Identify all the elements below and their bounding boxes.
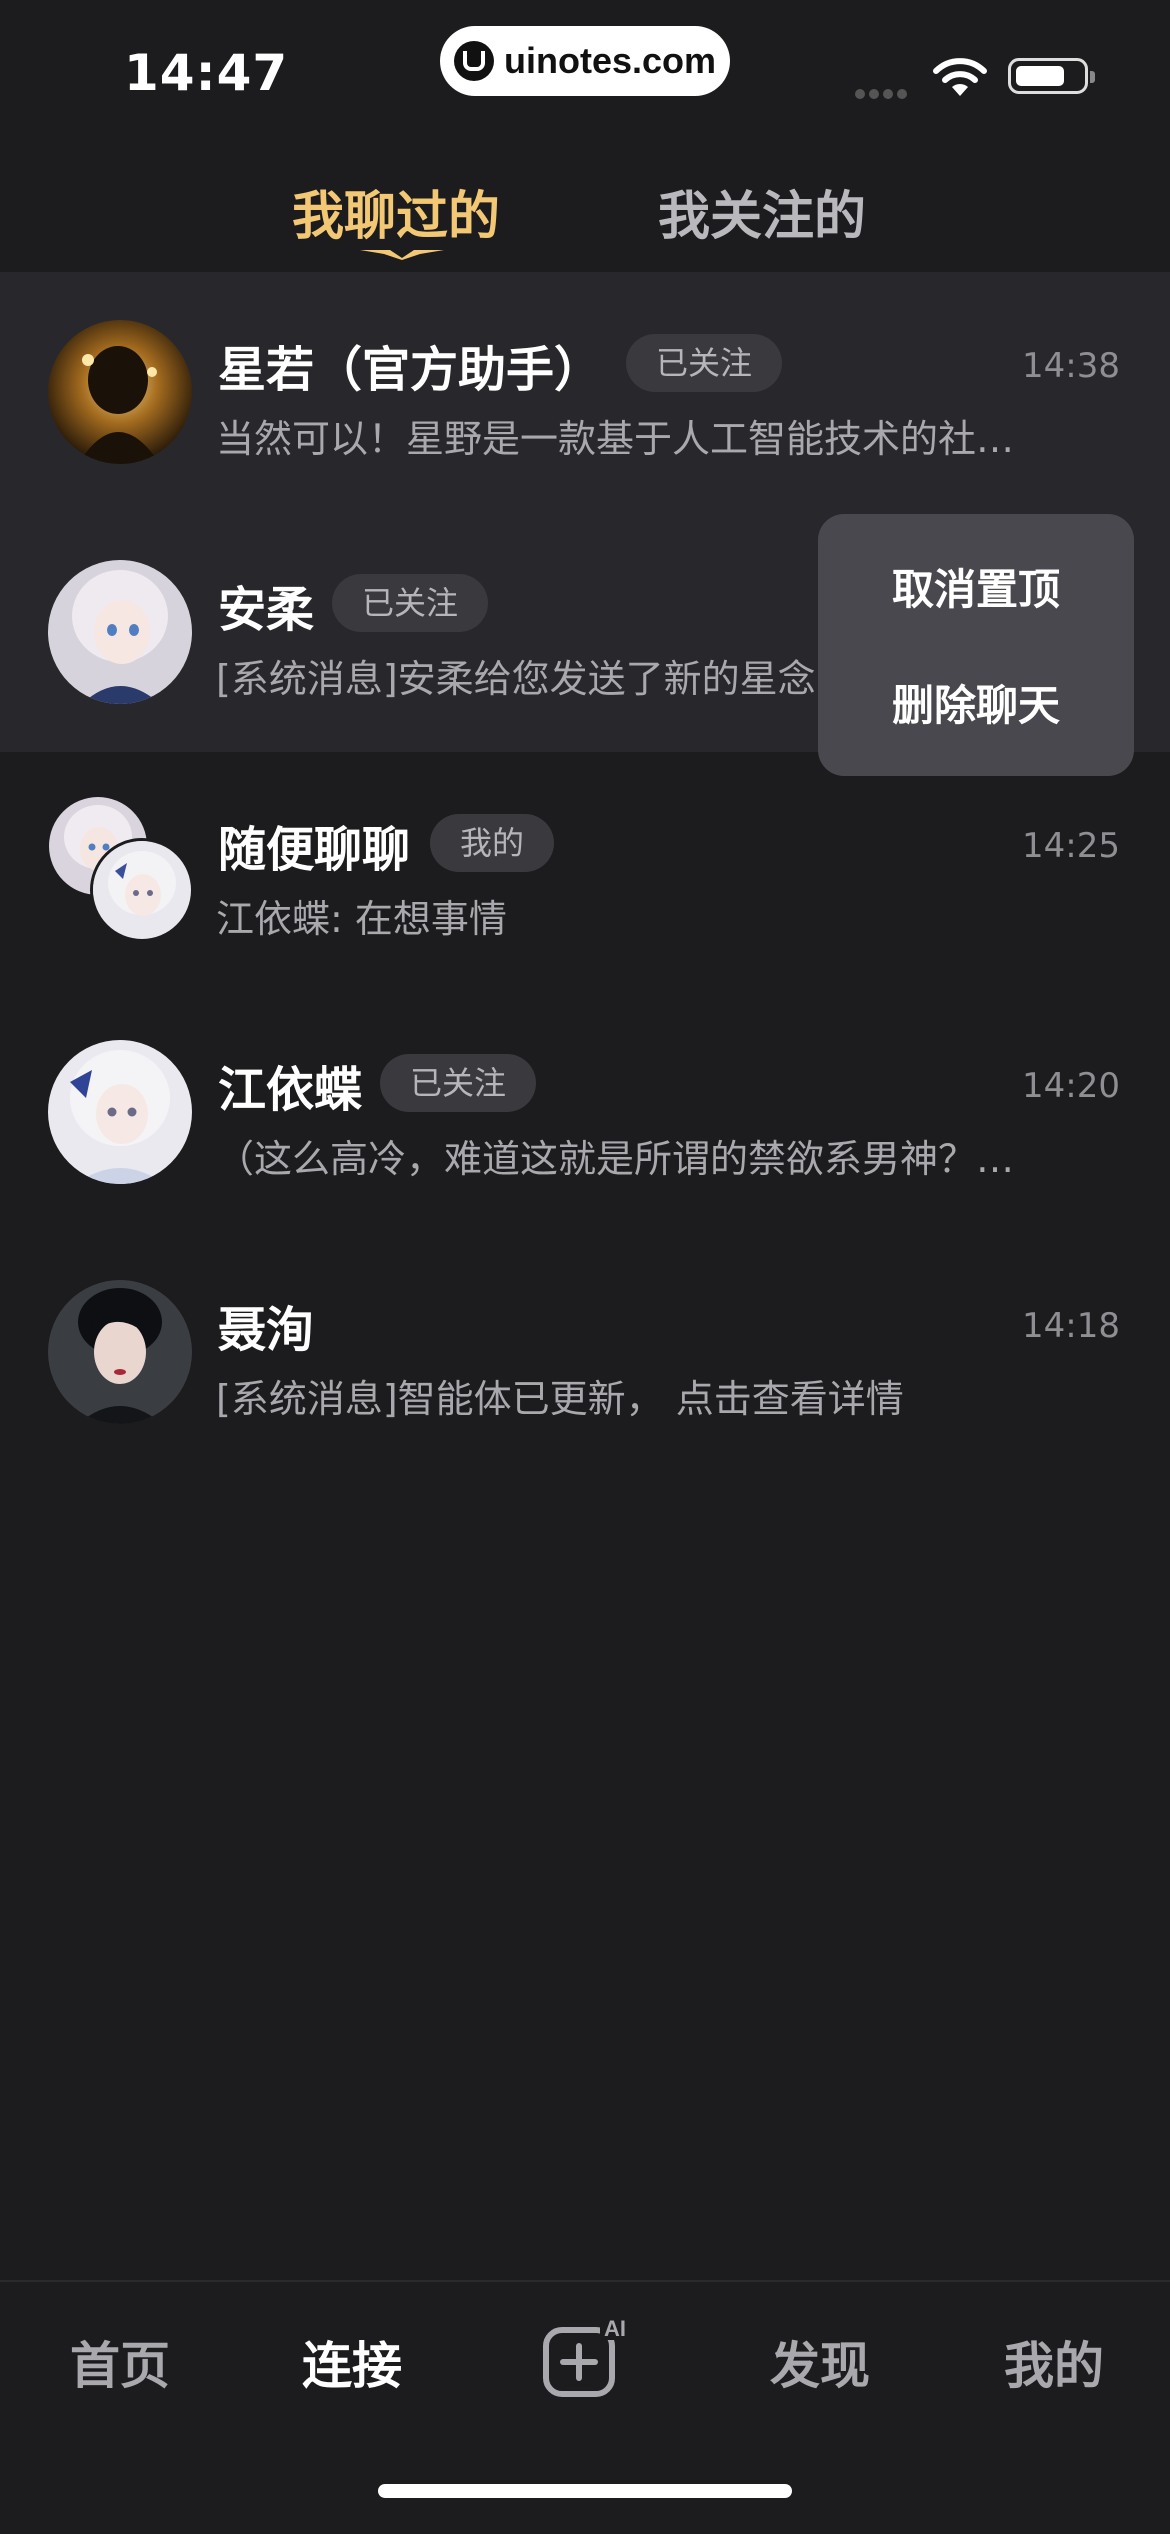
chat-row[interactable]: 聂洵 14:18 [系统消息]智能体已更新， 点击查看详情 — [0, 1232, 1170, 1472]
battery-icon — [1008, 58, 1095, 94]
chat-row[interactable]: 江依蝶 已关注 14:20 （这么高冷，难道这就是所谓的禁欲系男神？… — [0, 992, 1170, 1232]
ai-create-icon[interactable]: AI — [540, 2314, 640, 2404]
watermark-logo-icon — [453, 41, 494, 81]
avatar — [48, 560, 192, 704]
tab-active-indicator — [360, 250, 444, 260]
chat-name: 安柔 — [218, 582, 315, 638]
status-badge: 已关注 — [626, 334, 783, 392]
home-indicator — [378, 2484, 792, 2498]
chat-preview: [系统消息]智能体已更新， 点击查看详情 — [216, 1377, 904, 1421]
status-badge: 已关注 — [380, 1054, 537, 1112]
chat-preview: 江依蝶: 在想事情 — [216, 897, 507, 941]
delete-chat-button[interactable]: 删除聊天 — [818, 672, 1134, 733]
chat-time: 14:20 — [1022, 1066, 1120, 1106]
ai-label: AI — [604, 2316, 626, 2341]
status-badge: 已关注 — [332, 574, 489, 632]
chat-time: 14:25 — [1022, 826, 1120, 866]
avatar — [48, 320, 192, 464]
unpin-button[interactable]: 取消置顶 — [818, 556, 1134, 617]
nav-home[interactable]: 首页 — [70, 2326, 170, 2398]
nav-mine[interactable]: 我的 — [1004, 2326, 1104, 2398]
status-bar: 14:47 uinotes.com — [0, 0, 1170, 130]
status-badge: 我的 — [430, 814, 555, 872]
chat-tabs: 我聊过的 我关注的 — [0, 160, 1170, 270]
nav-discover[interactable]: 发现 — [770, 2326, 870, 2398]
watermark-badge: uinotes.com — [440, 26, 730, 96]
chat-preview: 当然可以！星野是一款基于人工智能技术的社… — [216, 417, 1015, 461]
nav-connect[interactable]: 连接 — [302, 2326, 402, 2398]
chat-preview: （这么高冷，难道这就是所谓的禁欲系男神？… — [216, 1137, 1015, 1181]
cellular-signal-icon — [855, 84, 915, 99]
avatar — [48, 1040, 192, 1184]
wifi-icon — [933, 58, 987, 96]
chat-time: 14:38 — [1022, 346, 1120, 386]
status-time: 14:47 — [124, 44, 289, 102]
chat-name: 星若（官方助手） — [218, 342, 603, 398]
chat-name: 随便聊聊 — [218, 822, 411, 878]
group-avatar — [46, 794, 196, 944]
chat-row[interactable]: 星若（官方助手） 已关注 14:38 当然可以！星野是一款基于人工智能技术的社… — [0, 272, 1170, 512]
avatar — [48, 1280, 192, 1424]
chat-name: 聂洵 — [218, 1302, 315, 1358]
chat-list: 星若（官方助手） 已关注 14:38 当然可以！星野是一款基于人工智能技术的社…… — [0, 272, 1170, 1472]
chat-time: 14:18 — [1022, 1306, 1120, 1346]
context-menu: 取消置顶 删除聊天 — [818, 514, 1134, 776]
tab-chatted[interactable]: 我聊过的 — [292, 174, 500, 249]
tab-following[interactable]: 我关注的 — [658, 174, 866, 249]
avatar — [90, 838, 194, 942]
watermark-text: uinotes.com — [503, 40, 717, 81]
chat-row[interactable]: 随便聊聊 我的 14:25 江依蝶: 在想事情 — [0, 752, 1170, 992]
chat-name: 江依蝶 — [218, 1062, 363, 1118]
